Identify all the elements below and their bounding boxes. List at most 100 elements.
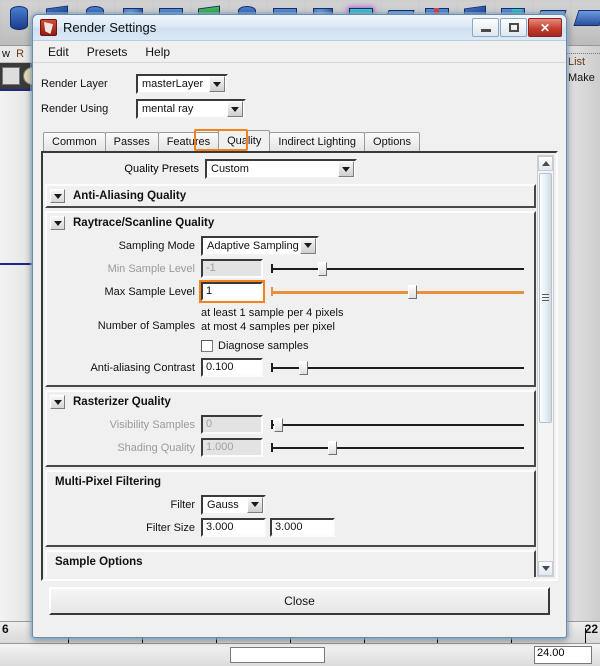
background-bottom-value[interactable]: 24.00: [534, 646, 592, 664]
render-using-label: Render Using: [41, 103, 109, 115]
chevron-down-icon[interactable]: [50, 216, 65, 230]
maximize-button[interactable]: [500, 18, 527, 37]
maximize-icon: [508, 23, 519, 32]
raytrace-header[interactable]: Raytrace/Scanline Quality: [47, 213, 534, 233]
max-sample-level-input[interactable]: 1: [199, 280, 265, 303]
scrollbar-thumb[interactable]: [539, 173, 552, 423]
shading-quality-input[interactable]: 1.000: [201, 438, 263, 457]
render-using-value: mental ray: [142, 103, 194, 115]
close-button[interactable]: Close: [49, 587, 550, 615]
section-rasterizer-quality: Rasterizer Quality Visibility Samples 0: [45, 390, 536, 467]
quality-presets-label: Quality Presets: [124, 163, 199, 175]
menu-item-help[interactable]: Help: [136, 43, 179, 61]
menu-item-presets[interactable]: Presets: [78, 43, 137, 61]
slider-thumb[interactable]: [299, 361, 309, 375]
diagnose-samples-row[interactable]: Diagnose samples: [201, 337, 343, 354]
visibility-samples-label: Visibility Samples: [109, 418, 195, 431]
shading-quality-row: Shading Quality 1.000: [51, 437, 530, 458]
dialog-title-bar[interactable]: Render Settings ✕: [33, 15, 566, 41]
tab-features[interactable]: Features: [157, 132, 220, 151]
render-settings-dialog: Render Settings ✕ Edit Presets Help Rend…: [32, 14, 567, 638]
sampling-mode-dropdown[interactable]: Adaptive Sampling: [201, 235, 319, 256]
settings-vertical-scrollbar[interactable]: [537, 155, 554, 577]
dialog-title: Render Settings: [63, 20, 157, 35]
min-sample-level-input[interactable]: -1: [201, 259, 263, 278]
chevron-down-icon[interactable]: [50, 395, 65, 409]
jitter-label: Jitter: [224, 577, 248, 578]
minimize-button[interactable]: [472, 18, 499, 37]
quality-presets-dropdown[interactable]: Custom: [205, 159, 357, 179]
max-sample-level-label: Max Sample Level: [104, 285, 196, 298]
samples-line-2: at most 4 samples per pixel: [201, 321, 335, 333]
background-bottom-input[interactable]: [230, 647, 325, 663]
max-sample-level-slider[interactable]: [271, 282, 530, 301]
scroll-up-button[interactable]: [538, 156, 553, 171]
anti-aliasing-contrast-slider[interactable]: [271, 358, 530, 377]
dialog-footer: Close: [41, 581, 558, 623]
background-left-menu-item-1[interactable]: w: [2, 48, 10, 60]
slider-track: [271, 291, 524, 294]
section-multi-pixel-filtering: Multi-Pixel Filtering Filter Gauss Filte…: [45, 470, 536, 547]
tab-indirect-lighting[interactable]: Indirect Lighting: [269, 132, 366, 151]
menu-item-edit[interactable]: Edit: [39, 43, 78, 61]
background-left-menu-item-2[interactable]: R: [16, 48, 24, 60]
slider-thumb[interactable]: [327, 441, 337, 455]
dialog-body: Render Layer masterLayer Render Using me…: [33, 63, 566, 623]
render-layer-row: Render Layer masterLayer: [41, 74, 558, 94]
tab-common-label: Common: [52, 136, 97, 148]
scroll-down-button[interactable]: [538, 561, 553, 576]
tab-passes[interactable]: Passes: [104, 132, 159, 151]
section-sample-options: Sample Options Jitter Sample Lock: [45, 550, 536, 577]
diagnose-samples-label: Diagnose samples: [218, 339, 309, 352]
jitter-row[interactable]: Jitter: [207, 574, 530, 577]
slider-thumb[interactable]: [408, 285, 418, 299]
chevron-down-icon[interactable]: [247, 496, 263, 513]
sampling-mode-row: Sampling Mode Adaptive Sampling: [51, 235, 530, 256]
number-of-samples-info: at least 1 sample per 4 pixels at most 4…: [201, 306, 343, 354]
anti-aliasing-contrast-input[interactable]: 0.100: [201, 358, 263, 377]
shelf-icon-extrude[interactable]: [572, 2, 600, 36]
slider-track: [271, 447, 524, 449]
tab-options[interactable]: Options: [364, 132, 420, 151]
sampling-mode-label: Sampling Mode: [118, 239, 195, 252]
background-right-make-label[interactable]: Make: [565, 70, 600, 86]
filter-size-x-input[interactable]: 3.000: [201, 518, 266, 537]
maya-render-icon: [40, 19, 57, 36]
tab-quality[interactable]: Quality: [218, 130, 271, 151]
diagnose-samples-checkbox[interactable]: [201, 339, 213, 352]
sample-options-title: Sample Options: [55, 556, 143, 568]
min-sample-level-slider[interactable]: [271, 259, 530, 278]
slider-thumb[interactable]: [317, 262, 327, 276]
filter-size-y-input[interactable]: 3.000: [270, 518, 335, 537]
chevron-down-icon[interactable]: [227, 101, 243, 117]
shading-quality-label: Shading Quality: [117, 441, 195, 454]
rasterizer-quality-header[interactable]: Rasterizer Quality: [47, 392, 534, 412]
anti-aliasing-header[interactable]: Anti-Aliasing Quality: [47, 186, 534, 206]
chevron-down-icon[interactable]: [338, 161, 354, 177]
multi-pixel-filtering-header: Multi-Pixel Filtering: [47, 472, 534, 492]
close-window-button[interactable]: ✕: [528, 18, 562, 37]
background-right-dotted-handle[interactable]: [565, 46, 600, 54]
render-layer-dropdown[interactable]: masterLayer: [136, 74, 228, 94]
chevron-down-icon[interactable]: [300, 237, 316, 254]
filter-dropdown[interactable]: Gauss: [201, 494, 266, 515]
anti-aliasing-title: Anti-Aliasing Quality: [73, 190, 187, 202]
slider-thumb[interactable]: [273, 418, 283, 432]
visibility-samples-slider[interactable]: [271, 415, 530, 434]
chevron-down-icon[interactable]: [209, 76, 225, 92]
timeline-end-number: 22: [584, 622, 598, 636]
background-swatch-square[interactable]: [2, 67, 20, 85]
multi-pixel-filtering-title: Multi-Pixel Filtering: [55, 476, 162, 488]
samples-line-1: at least 1 sample per 4 pixels: [201, 307, 344, 319]
tab-options-label: Options: [373, 136, 411, 148]
filter-value: Gauss: [207, 498, 239, 511]
tab-common[interactable]: Common: [43, 132, 106, 151]
tab-indirect-lighting-label: Indirect Lighting: [278, 136, 357, 148]
chevron-down-icon[interactable]: [50, 189, 65, 203]
shading-quality-slider[interactable]: [271, 438, 530, 457]
jitter-checkbox[interactable]: [207, 576, 219, 577]
visibility-samples-input[interactable]: 0: [201, 415, 263, 434]
background-right-list-label[interactable]: List: [565, 54, 600, 70]
render-layer-value: masterLayer: [142, 78, 204, 90]
render-using-dropdown[interactable]: mental ray: [136, 99, 246, 119]
